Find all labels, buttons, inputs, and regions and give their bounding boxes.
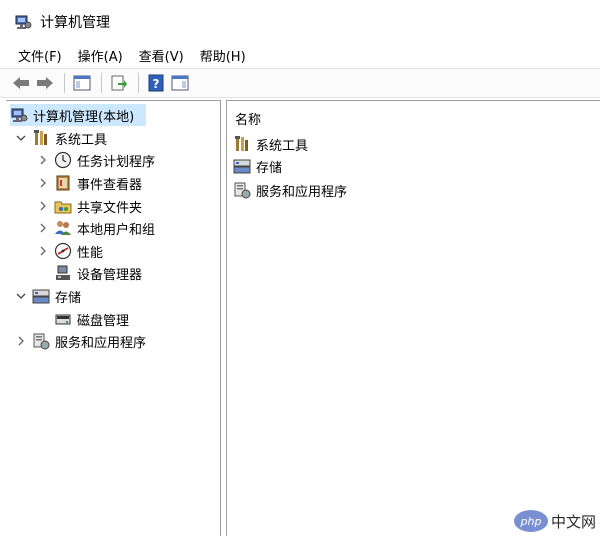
tree-item-system-tools[interactable]: 系统工具 xyxy=(14,127,107,149)
tree-item-label: 任务计划程序 xyxy=(77,154,156,170)
chevron-right-icon[interactable] xyxy=(14,334,28,348)
navigation-tree: 计算机管理(本地) 系统工具 任务计划程序 事件查看器 共享文件夹 本地用户和组… xyxy=(6,100,221,536)
storage-icon xyxy=(233,157,251,175)
chevron-down-icon[interactable] xyxy=(14,289,28,303)
menu-file[interactable]: 文件(F) xyxy=(18,46,62,65)
toolbar-separator xyxy=(64,73,65,93)
shared-folder-icon xyxy=(54,197,72,215)
tree-item-label: 存储 xyxy=(55,290,82,306)
export-list-icon xyxy=(111,75,127,91)
chevron-right-icon[interactable] xyxy=(36,176,50,190)
device-manager-icon xyxy=(54,264,72,282)
chevron-down-icon[interactable] xyxy=(14,131,28,145)
tree-item-storage[interactable]: 存储 xyxy=(14,285,81,307)
list-item-label: 存储 xyxy=(256,160,283,176)
tree-item-label: 计算机管理(本地) xyxy=(33,109,135,125)
watermark: php 中文网 xyxy=(513,510,596,532)
watermark-text: 中文网 xyxy=(550,512,596,531)
computer-management-icon xyxy=(14,13,32,31)
toolbar-separator xyxy=(101,73,102,93)
list-item[interactable]: 存储 xyxy=(233,156,282,176)
chevron-right-icon[interactable] xyxy=(36,153,50,167)
watermark-badge: php xyxy=(513,510,548,532)
back-button[interactable] xyxy=(10,72,32,94)
back-icon xyxy=(13,77,29,89)
clock-icon xyxy=(54,151,72,169)
help-icon: ? xyxy=(148,74,164,92)
forward-button[interactable] xyxy=(34,72,56,94)
tree-item-shared-folders[interactable]: 共享文件夹 xyxy=(36,195,142,217)
details-list: 名称 系统工具 存储 服务和应用程序 xyxy=(226,100,600,536)
help-button[interactable]: ? xyxy=(145,72,167,94)
show-hide-tree-icon xyxy=(73,75,91,91)
tree-item-label: 事件查看器 xyxy=(77,177,143,193)
users-icon xyxy=(54,219,72,237)
chevron-right-icon[interactable] xyxy=(36,244,50,258)
title-bar: 计算机管理 xyxy=(0,0,600,44)
show-hide-tree-button[interactable] xyxy=(71,72,93,94)
performance-icon xyxy=(54,242,72,260)
menu-view[interactable]: 查看(V) xyxy=(139,46,184,65)
disk-icon xyxy=(54,310,72,328)
chevron-right-icon[interactable] xyxy=(36,199,50,213)
tree-item-event-viewer[interactable]: 事件查看器 xyxy=(36,172,142,194)
menu-help[interactable]: 帮助(H) xyxy=(200,46,246,65)
services-icon xyxy=(32,332,50,350)
tree-item-label: 共享文件夹 xyxy=(77,200,143,216)
list-item-label: 服务和应用程序 xyxy=(256,184,348,200)
tree-item-label: 服务和应用程序 xyxy=(55,335,147,351)
tree-item-local-users-groups[interactable]: 本地用户和组 xyxy=(36,217,155,239)
tools-icon xyxy=(32,129,50,147)
toolbar-separator xyxy=(138,73,139,93)
menu-action[interactable]: 操作(A) xyxy=(78,46,123,65)
tree-item-label: 设备管理器 xyxy=(77,267,143,283)
event-viewer-icon xyxy=(54,174,72,192)
storage-icon xyxy=(32,287,50,305)
chevron-right-icon[interactable] xyxy=(36,221,50,235)
toolbar: ? xyxy=(0,68,600,98)
tree-item-label: 系统工具 xyxy=(55,132,108,148)
tree-item-label: 磁盘管理 xyxy=(77,313,130,329)
tree-item-label: 本地用户和组 xyxy=(77,222,156,238)
forward-icon xyxy=(37,77,53,89)
tree-item-device-manager[interactable]: 设备管理器 xyxy=(54,262,142,284)
list-item[interactable]: 系统工具 xyxy=(233,134,308,154)
tree-item-label: 性能 xyxy=(77,245,104,261)
list-item[interactable]: 服务和应用程序 xyxy=(233,180,347,200)
tree-item-computer-management-local[interactable]: 计算机管理(本地) xyxy=(10,104,146,126)
show-hide-action-pane-icon xyxy=(171,75,189,91)
list-item-label: 系统工具 xyxy=(256,138,309,154)
tree-item-task-scheduler[interactable]: 任务计划程序 xyxy=(36,149,155,171)
export-list-button[interactable] xyxy=(108,72,130,94)
show-hide-action-pane-button[interactable] xyxy=(169,72,191,94)
window-title: 计算机管理 xyxy=(40,15,110,31)
svg-text:?: ? xyxy=(153,77,160,91)
menu-bar: 文件(F) 操作(A) 查看(V) 帮助(H) xyxy=(0,44,600,66)
column-header-name[interactable]: 名称 xyxy=(235,109,261,128)
computer-management-icon xyxy=(10,106,28,124)
services-icon xyxy=(233,181,251,199)
tree-item-performance[interactable]: 性能 xyxy=(36,240,103,262)
tools-icon xyxy=(233,135,251,153)
tree-item-disk-management[interactable]: 磁盘管理 xyxy=(54,308,129,330)
tree-item-services-applications[interactable]: 服务和应用程序 xyxy=(14,330,146,352)
